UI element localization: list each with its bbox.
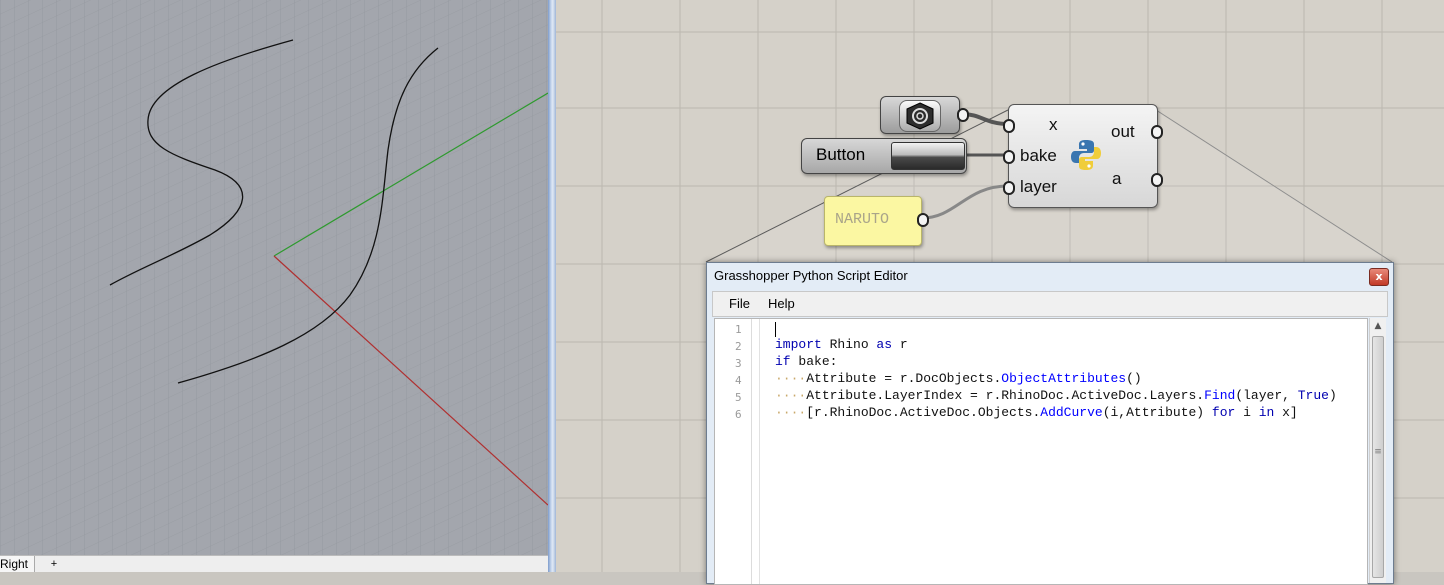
code-token: Find <box>1204 388 1236 403</box>
hex-output-grip[interactable] <box>957 108 969 122</box>
code-token: r <box>892 337 908 352</box>
input-layer-label: layer <box>1020 177 1057 196</box>
scroll-grip-icon: ≡ <box>1374 447 1382 457</box>
code-token: ) <box>1328 388 1337 403</box>
geometry-param-component[interactable] <box>880 96 969 134</box>
code-line-6[interactable]: ····[r.RhinoDoc.ActiveDoc.Objects.AddCur… <box>775 405 1298 420</box>
line-number: 1 <box>735 323 742 336</box>
text-caret <box>775 322 776 337</box>
editor-title: Grasshopper Python Script Editor <box>714 268 908 283</box>
line-number: 4 <box>735 374 742 387</box>
code-token: Rhino <box>821 337 877 352</box>
code-token: in <box>1258 405 1275 420</box>
code-line-5[interactable]: ····Attribute.LayerIndex = r.RhinoDoc.Ac… <box>775 388 1337 403</box>
output-out-label: out <box>1111 122 1135 141</box>
code-token: if <box>775 354 791 369</box>
code-line-4[interactable]: ····Attribute = r.DocObjects.ObjectAttri… <box>775 371 1142 386</box>
viewport-tab-right[interactable]: Right <box>0 556 35 572</box>
panel-output-grip[interactable] <box>917 213 929 227</box>
scroll-up-arrow-icon[interactable]: ▲ <box>1370 318 1386 334</box>
fold-margin <box>751 319 760 584</box>
line-number-gutter: 1 2 3 4 5 6 <box>715 319 752 584</box>
input-x-grip[interactable] <box>1003 119 1015 133</box>
output-a-grip[interactable] <box>1151 173 1163 187</box>
rhino-viewport-right[interactable]: Right + <box>0 0 548 572</box>
python-script-component[interactable]: x bake layer out a <box>1003 104 1163 208</box>
code-token: x] <box>1274 405 1298 420</box>
code-token: Attribute = r.DocObjects. <box>806 371 1002 386</box>
code-token: True <box>1297 388 1329 403</box>
python-script-editor-window[interactable]: Grasshopper Python Script Editor x File … <box>706 262 1394 585</box>
input-x-label: x <box>1049 115 1058 134</box>
input-bake-grip[interactable] <box>1003 150 1015 164</box>
scrollbar-thumb[interactable]: ≡ <box>1372 336 1384 578</box>
code-token: bake: <box>790 354 838 369</box>
output-out-grip[interactable] <box>1151 125 1163 139</box>
input-layer-grip[interactable] <box>1003 181 1015 195</box>
window-splitter[interactable] <box>548 0 556 572</box>
hexagon-icon <box>899 100 941 132</box>
output-a-label: a <box>1112 169 1122 188</box>
close-icon[interactable]: x <box>1369 268 1389 286</box>
editor-menubar: File Help <box>712 291 1388 317</box>
viewport-grid <box>0 0 548 572</box>
viewport-tab-bar: Right + <box>0 555 548 572</box>
input-bake-label: bake <box>1020 146 1057 165</box>
indent-guide: ···· <box>775 405 807 420</box>
vertical-scrollbar[interactable]: ▲ ≡ <box>1369 318 1386 583</box>
text-panel-component[interactable]: NARUTO <box>824 196 929 246</box>
code-token: import <box>775 337 822 352</box>
button-component-label: Button <box>816 145 866 164</box>
indent-guide: ···· <box>775 388 807 403</box>
code-token: i <box>1235 405 1259 420</box>
code-token: (layer, <box>1235 388 1298 403</box>
line-number: 2 <box>735 340 742 353</box>
panel-text: NARUTO <box>835 211 890 228</box>
code-token: Attribute.LayerIndex = r.RhinoDoc.Active… <box>806 388 1205 403</box>
menu-help[interactable]: Help <box>768 296 795 311</box>
indent-guide: ···· <box>775 371 807 386</box>
code-token: for <box>1211 405 1236 420</box>
python-logo-icon <box>1070 138 1102 172</box>
button-component[interactable]: Button <box>801 138 967 174</box>
code-token: (i,Attribute) <box>1102 405 1212 420</box>
add-viewport-tab-button[interactable]: + <box>46 556 62 572</box>
button-toggle-visual[interactable] <box>891 142 965 170</box>
viewport-scene <box>0 0 548 572</box>
code-token: ObjectAttributes <box>1001 371 1127 386</box>
code-token: as <box>876 337 893 352</box>
code-token: [r.RhinoDoc.ActiveDoc.Objects. <box>806 405 1041 420</box>
line-number: 6 <box>735 408 742 421</box>
code-line-2[interactable]: import Rhino as r <box>775 337 908 352</box>
line-number: 3 <box>735 357 742 370</box>
menu-file[interactable]: File <box>729 296 750 311</box>
line-number: 5 <box>735 391 742 404</box>
code-token: AddCurve <box>1040 405 1103 420</box>
code-line-3[interactable]: if bake: <box>775 354 837 369</box>
code-token: () <box>1126 371 1142 386</box>
code-editor[interactable]: 1 2 3 4 5 6 import Rhino as r if bake: ·… <box>714 318 1368 585</box>
